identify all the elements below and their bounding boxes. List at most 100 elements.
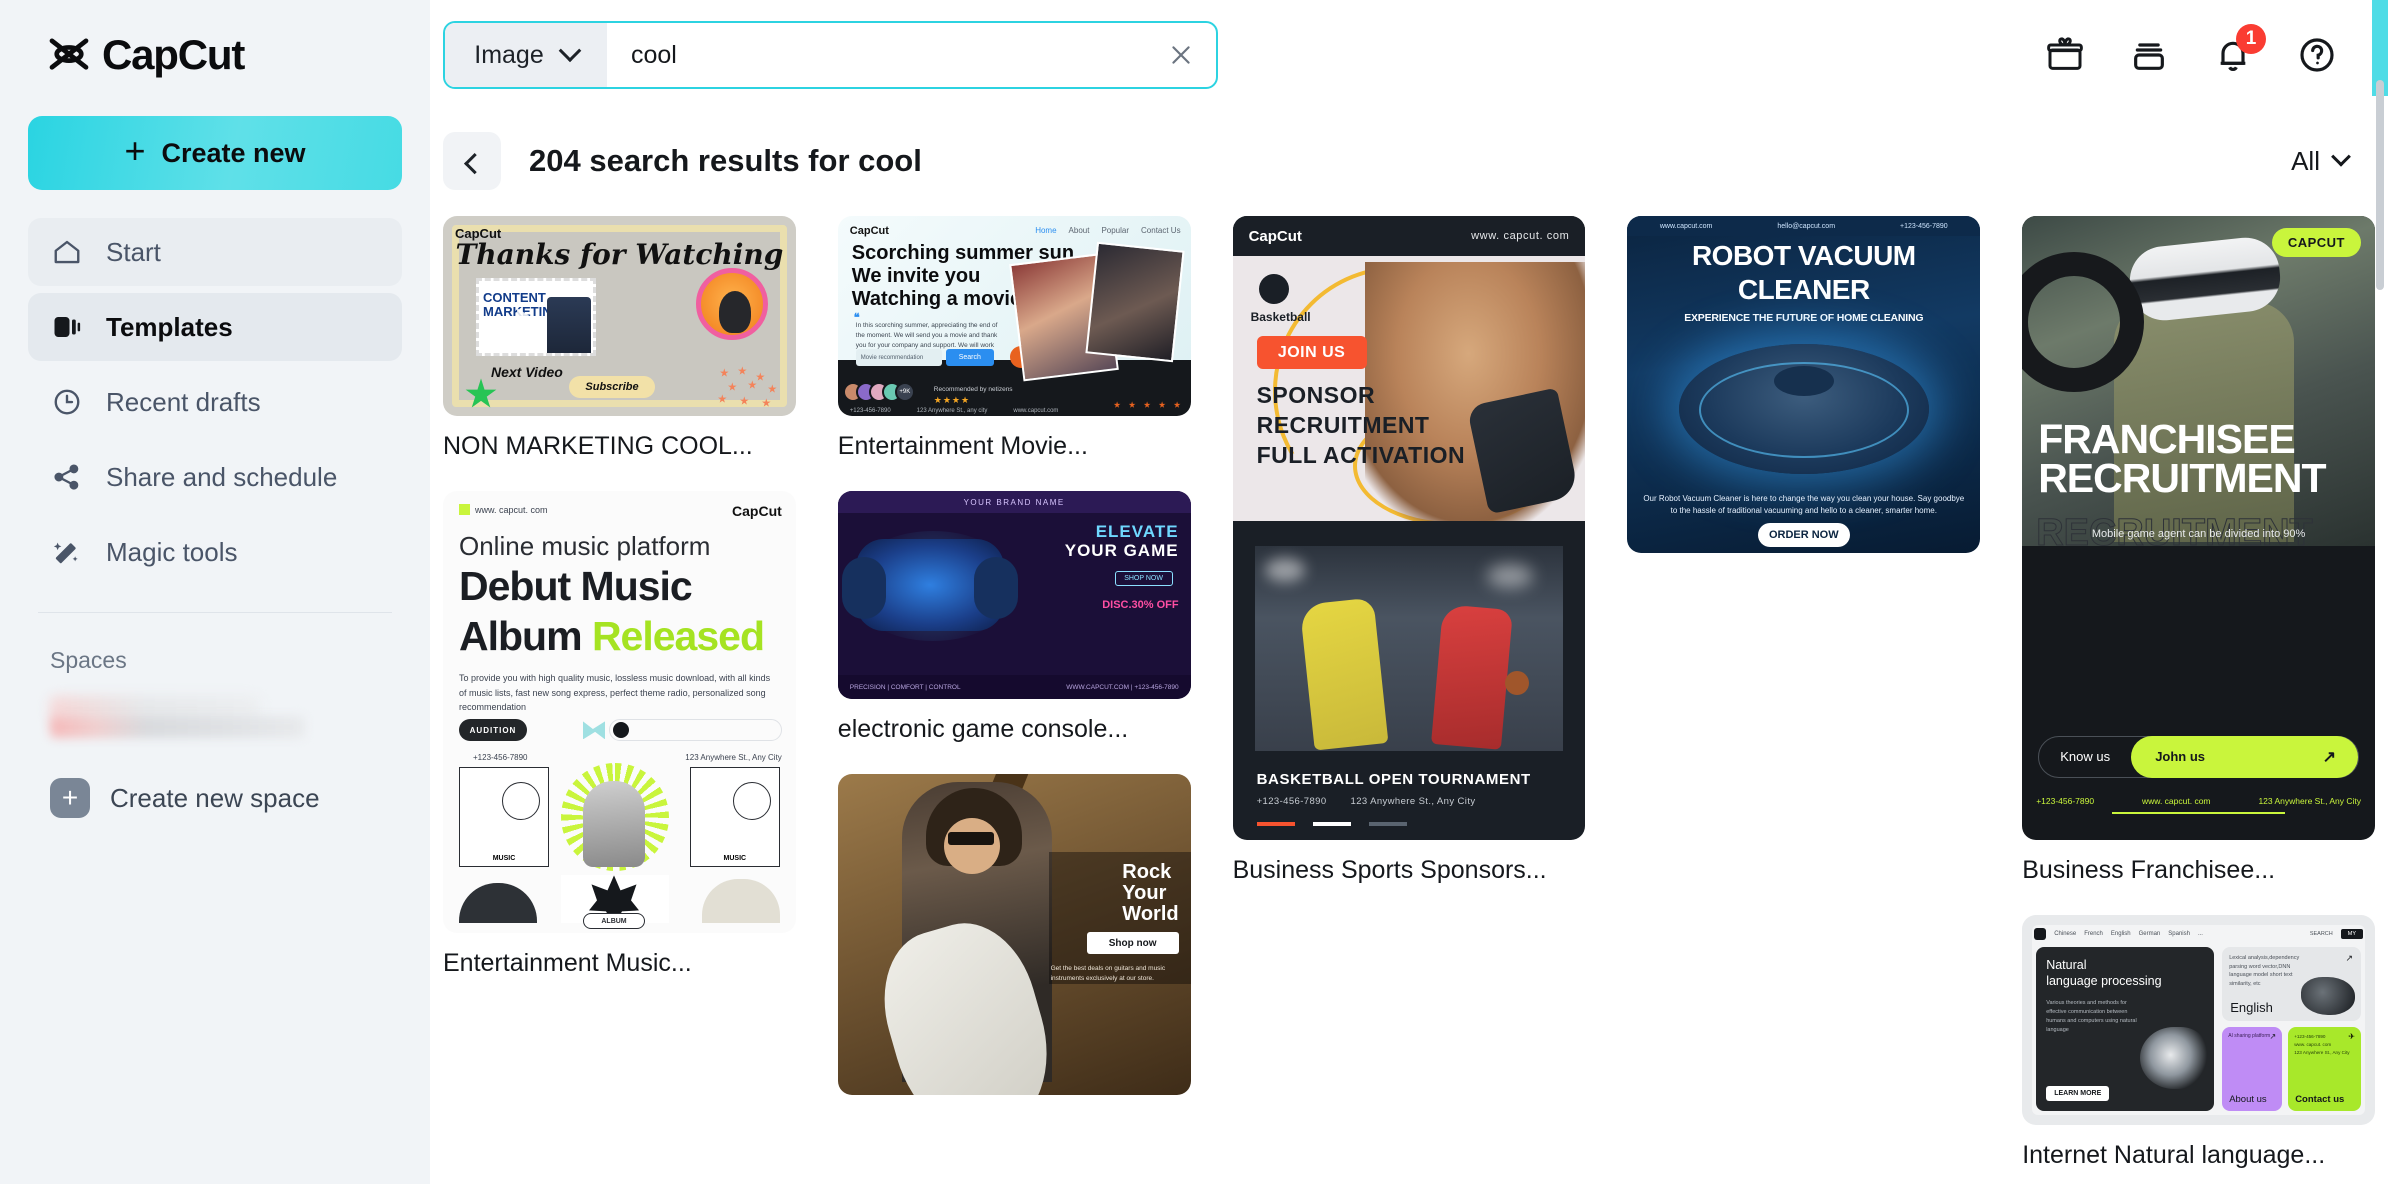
vertical-scrollbar[interactable]	[2376, 80, 2384, 290]
rating-stars: ★★★★	[933, 395, 971, 406]
english-label: English	[2230, 999, 2273, 1015]
back-button[interactable]	[443, 132, 501, 190]
template-caption: Entertainment Music...	[443, 949, 692, 978]
filter-label: All	[2291, 145, 2320, 176]
main-content: Image cool 1 204 search results for cool…	[430, 0, 2388, 1184]
clock-icon	[50, 385, 84, 419]
clear-search-button[interactable]	[1146, 23, 1216, 87]
template-card[interactable]: CapCut www. capcut. com Basketball JOIN …	[1232, 216, 1586, 885]
sidebar-item-share-and-schedule[interactable]: Share and schedule	[28, 443, 402, 511]
panel-text: Lexical analysis,dependency parsing word…	[2229, 954, 2300, 988]
poster-contact-bar: www.capcut.com hello@capcut.com +123-456…	[1627, 216, 1981, 236]
template-caption: Internet Natural language...	[2022, 1141, 2326, 1170]
poster-next-label: Next Video	[491, 364, 563, 380]
brain-graphic	[2140, 1027, 2209, 1090]
discount-label: DISC.30% OFF	[1102, 599, 1179, 612]
template-card[interactable]: www. capcut. com CapCut Online music pla…	[443, 491, 796, 978]
glow-ring	[1698, 362, 1909, 458]
footer-underline	[2112, 811, 2285, 814]
archive-icon[interactable]	[2128, 34, 2170, 76]
poster-photo-2	[1085, 241, 1185, 363]
app-root: CapCut + Create new Start Templates Rece…	[0, 0, 2388, 1184]
capcut-mark	[2034, 927, 2047, 940]
capcut-watermark: CapCut	[1248, 227, 1302, 245]
star-cluster	[716, 366, 782, 408]
basketball-icon	[1258, 274, 1289, 304]
close-icon	[1172, 46, 1190, 64]
template-thumbnail[interactable]: Chinese French English German Spanish... S…	[2022, 914, 2375, 1126]
filter-dropdown[interactable]: All	[2291, 145, 2351, 177]
poster-person	[547, 297, 591, 353]
chevron-down-icon	[558, 39, 582, 63]
blurred-space-line-2	[50, 716, 305, 738]
gift-icon[interactable]	[2044, 34, 2086, 76]
template-results-grid: CapCut Thanks for Watching CONTENT MARKE…	[430, 190, 2388, 1184]
poster-phone: +123-456-7890	[473, 753, 528, 763]
sidebar-item-label: Start	[106, 236, 161, 267]
template-thumbnail[interactable]: CapCut Thanks for Watching CONTENT MARKE…	[443, 216, 796, 417]
poster-url: www. capcut. com	[475, 505, 548, 516]
about-label: About us	[2229, 1094, 2267, 1106]
sidebar-nav: Start Templates Recent drafts Share and …	[28, 218, 402, 586]
search-label: SEARCH	[2309, 930, 2333, 937]
sidebar: CapCut + Create new Start Templates Rece…	[0, 0, 430, 1184]
template-thumbnail[interactable]: CapCut www. capcut. com Basketball JOIN …	[1232, 216, 1586, 840]
poster-headline: SPONSOR RECRUITMENT FULL ACTIVATION	[1256, 382, 1466, 468]
search-type-dropdown[interactable]: Image	[445, 23, 607, 87]
help-circle-icon[interactable]	[2296, 34, 2338, 76]
progress-indicator	[1256, 821, 1407, 826]
notification-badge: 1	[2236, 24, 2266, 54]
template-card[interactable]: Chinese French English German Spanish... S…	[2022, 914, 2375, 1171]
search-input[interactable]	[607, 23, 1146, 87]
spaces-section-label: Spaces	[50, 647, 127, 673]
template-thumbnail[interactable]: www. capcut. com CapCut Online music pla…	[443, 491, 796, 934]
magic-wand-icon	[50, 535, 84, 569]
sidebar-item-start[interactable]: Start	[28, 218, 402, 286]
audition-button: AUDITION	[459, 719, 527, 742]
space-item-redacted[interactable]	[50, 692, 380, 744]
capcut-badge: CAPCUT	[2271, 228, 2361, 257]
template-card[interactable]: CAPCUT RECRUITMENT FRANCHISEE RECRUITMEN…	[2022, 216, 2375, 885]
play-icon	[517, 308, 539, 336]
template-caption: electronic game console...	[837, 715, 1129, 743]
ball-graphic	[1505, 671, 1530, 695]
poster-input: Movie recommendation	[855, 349, 942, 366]
sidebar-item-magic-tools[interactable]: Magic tools	[28, 518, 402, 586]
template-thumbnail[interactable]: CapCut Home About Popular Contact Us Scorc…	[837, 216, 1191, 417]
app-logo[interactable]: CapCut	[28, 0, 402, 110]
template-thumbnail[interactable]: Rock Your World Shop now Get the best de…	[837, 774, 1191, 1096]
player-yellow	[1299, 597, 1389, 751]
my-label: MY	[2340, 928, 2363, 939]
sidebar-item-templates[interactable]: Templates	[28, 293, 402, 361]
poster-panel-about: AI sharing platform ↗ About us	[2222, 1026, 2283, 1112]
template-thumbnail[interactable]: CAPCUT RECRUITMENT FRANCHISEE RECRUITMEN…	[2022, 216, 2375, 840]
top-bar: Image cool 1	[430, 0, 2388, 110]
portrait-right	[701, 879, 780, 924]
poster-headline: Thanks for Watching	[455, 238, 784, 271]
poster-main-panel: Natural language processing Various theor…	[2036, 946, 2215, 1112]
template-thumbnail[interactable]: YOUR BRAND NAME ELEVATE YOUR GAME SHOP NO…	[837, 491, 1191, 699]
logo-shape	[583, 721, 605, 740]
results-title: 204 search results for cool	[529, 143, 922, 178]
sidebar-item-recent-drafts[interactable]: Recent drafts	[28, 368, 402, 436]
template-card[interactable]: YOUR BRAND NAME ELEVATE YOUR GAME SHOP NO…	[837, 491, 1191, 744]
create-new-button[interactable]: + Create new	[28, 116, 402, 190]
top-bar-icons: 1	[2044, 24, 2348, 76]
template-card[interactable]: Rock Your World Shop now Get the best de…	[837, 774, 1191, 1111]
order-now-button: ORDER NOW	[1757, 523, 1850, 548]
poster-headline: Rock Your World	[1122, 861, 1179, 925]
brand-name: CapCut	[102, 31, 245, 78]
template-card[interactable]: CapCut Thanks for Watching CONTENT MARKE…	[443, 216, 796, 461]
poster-headline-1: ROBOT VACUUM	[1691, 240, 1916, 271]
create-new-space-button[interactable]: + Create new space	[28, 766, 402, 830]
template-caption: Business Franchisee...	[2022, 855, 2276, 884]
chevron-left-icon	[463, 152, 485, 174]
accent-square	[459, 504, 470, 516]
poster-body: Our Robot Vacuum Cleaner is here to chan…	[1643, 493, 1965, 516]
bell-icon[interactable]: 1	[2212, 24, 2266, 76]
album-badge: ALBUM	[583, 913, 645, 930]
arrow-up-right-icon: ↗	[2269, 1031, 2277, 1041]
template-card[interactable]: www.capcut.com hello@capcut.com +123-456…	[1627, 216, 1981, 569]
template-card[interactable]: CapCut Home About Popular Contact Us Scorc…	[837, 216, 1191, 461]
template-thumbnail[interactable]: www.capcut.com hello@capcut.com +123-456…	[1627, 216, 1981, 554]
